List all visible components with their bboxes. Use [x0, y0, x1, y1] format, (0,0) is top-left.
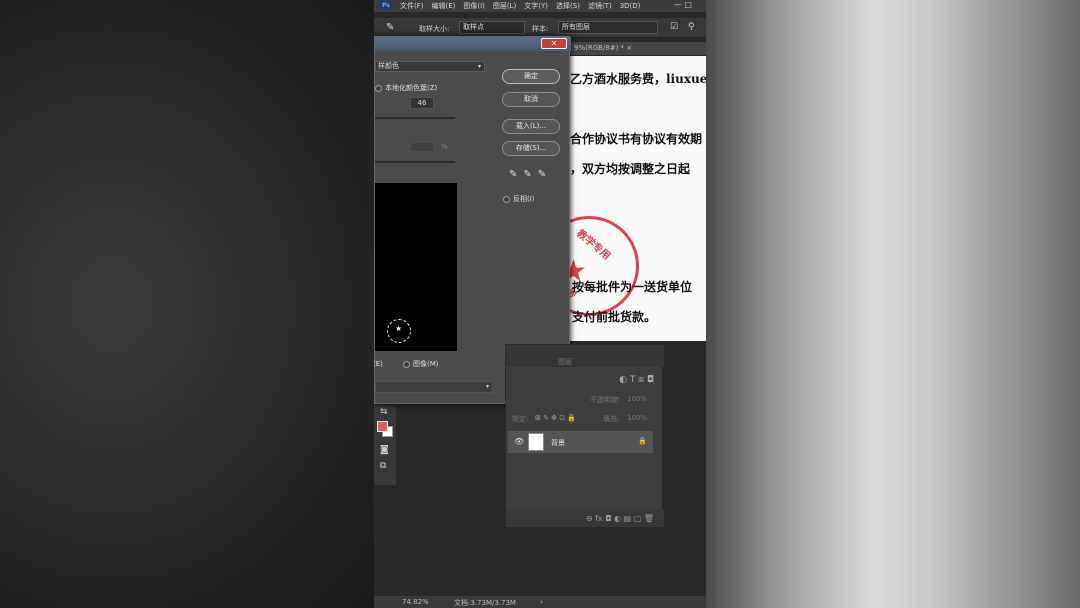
doc-line-4: 按每批件为一送货单位 [572, 280, 693, 294]
checkbox-icon[interactable]: ☑ [670, 22, 678, 32]
doc-line-2: 合作协议书有协议有效期 [570, 132, 703, 146]
localized-clusters-checkbox[interactable]: 本地化颜色簇(Z) [375, 83, 437, 93]
video-frame: Ps 文件(F) 编辑(E) 图像(I) 图层(L) 文字(Y) 选择(S) 滤… [0, 0, 1080, 608]
foreground-color-swatch[interactable] [377, 421, 388, 432]
blurred-background-right [706, 0, 1080, 608]
layers-panel: 图层 ◐ T ⧈ ◘ 不透明度: 100% 锁定: ⊠ ✎ ✥ ⊡ 🔒 填充: … [505, 344, 664, 528]
blurred-background-left [0, 0, 374, 608]
lock-row: 锁定: ⊠ ✎ ✥ ⊡ 🔒 填充: 100% [506, 414, 664, 430]
range-slider[interactable] [375, 161, 455, 163]
dialog-title-bar[interactable]: ✕ [375, 37, 571, 51]
layer-filter-icons[interactable]: ◐ T ⧈ ◘ [506, 375, 664, 391]
opacity-row: 不透明度: 100% [506, 395, 664, 411]
status-arrow-icon[interactable]: › [540, 598, 543, 606]
layers-panel-header: 图层 [506, 345, 664, 367]
lock-icons[interactable]: ⊠ ✎ ✥ ⊡ 🔒 [535, 414, 576, 422]
sample-label: 样本: [532, 25, 549, 33]
lock-icon: 🔒 [638, 437, 647, 445]
status-bar: 74.82% 文档:3.73M/3.73M › [374, 596, 706, 608]
document-tab[interactable]: 9%(RGB/8#) * × [570, 42, 706, 55]
sample-size-label: 取样大小: [419, 25, 450, 33]
menu-select[interactable]: 选择(S) [556, 1, 580, 11]
tools-panel: ⇆ ◙ ⧉ [374, 405, 396, 485]
photoshop-window: Ps 文件(F) 编辑(E) 图像(I) 图层(L) 文字(Y) 选择(S) 滤… [374, 0, 706, 608]
checkbox-box[interactable] [375, 84, 382, 92]
chevron-down-icon: ▾ [477, 63, 481, 70]
select-dropdown[interactable]: 样颜色 ▾ [375, 61, 485, 72]
layers-panel-footer[interactable]: ⊖ fx ◘ ◐ ▤ ▢ 🗑 [506, 509, 664, 527]
select-dropdown-value: 样颜色 [378, 62, 399, 70]
menu-bar: Ps 文件(F) 编辑(E) 图像(I) 图层(L) 文字(Y) 选择(S) 滤… [374, 0, 706, 12]
checkbox-box[interactable] [503, 195, 510, 203]
fill-label: 填充: [603, 415, 620, 423]
layers-tab[interactable]: 图层 [558, 357, 572, 367]
menu-edit[interactable]: 编辑(E) [432, 1, 456, 11]
eyedropper-icons[interactable]: ✎✎✎ [509, 169, 552, 180]
fuzziness-input[interactable]: 46 [410, 97, 434, 109]
eyedropper-tool-icon[interactable]: ✎ [386, 22, 394, 33]
menu-file[interactable]: 文件(F) [400, 1, 424, 11]
doc-line-5: 支付前批货款。 [572, 310, 657, 324]
ok-button[interactable]: 确定 [502, 69, 560, 84]
fuzziness-slider[interactable] [375, 117, 455, 119]
invert-label: 反相(I) [513, 195, 535, 203]
chevron-down-icon: ▾ [485, 383, 489, 390]
fill-value[interactable]: 100% [627, 414, 647, 422]
opacity-value[interactable]: 100% [627, 395, 647, 403]
range-input[interactable] [410, 142, 434, 152]
selection-preview-dropdown[interactable]: ▾ [375, 381, 493, 393]
selection-radio[interactable]: 选择范围(E) [374, 359, 383, 369]
photoshop-logo-icon: Ps [380, 1, 392, 11]
image-radio-label: 图像(M) [413, 360, 439, 368]
menu-filter[interactable]: 滤镜(T) [588, 1, 612, 11]
red-stamp-seal: 教学专用 ★ 技术部 [567, 216, 639, 316]
localized-clusters-label: 本地化颜色簇(Z) [385, 84, 438, 92]
search-icon[interactable]: ⚲ [688, 22, 695, 32]
menu-type[interactable]: 文字(Y) [524, 1, 548, 11]
sample-size-select[interactable]: 取样点 [459, 21, 525, 34]
options-bar: ✎ 取样大小: 取样点 样本: 所有图层 ☑ ⚲ [374, 18, 706, 38]
image-radio[interactable]: 图像(M) [403, 359, 439, 369]
dialog-close-button[interactable]: ✕ [541, 38, 567, 49]
layer-row-background[interactable]: 👁 背景 🔒 [508, 431, 653, 453]
sample-select[interactable]: 所有图层 [558, 21, 658, 34]
load-button[interactable]: 载入(L)... [502, 119, 560, 134]
screen-mode-icon[interactable]: ⧉ [380, 461, 386, 471]
save-button[interactable]: 存储(S)... [502, 141, 560, 156]
radio-button[interactable] [403, 360, 410, 368]
selection-radio-label: 选择范围(E) [374, 360, 383, 368]
cancel-button[interactable]: 取消 [502, 92, 560, 107]
selection-preview[interactable] [375, 183, 457, 351]
document-info: 文档:3.73M/3.73M [454, 599, 516, 607]
doc-line-3: ，双方均按调整之日起 [570, 162, 691, 176]
eye-icon[interactable]: 👁 [514, 437, 524, 446]
layer-thumbnail [528, 433, 544, 451]
menu-3d[interactable]: 3D(D) [620, 2, 641, 10]
lock-label: 锁定: [512, 415, 529, 423]
doc-line-1: 乙方酒水服务费，liuxue [570, 72, 706, 86]
menu-layer[interactable]: 图层(L) [493, 1, 516, 11]
swap-colors-icon[interactable]: ⇆ [380, 407, 388, 417]
window-controls[interactable]: — □ [674, 0, 692, 9]
invert-checkbox[interactable]: 反相(I) [503, 194, 535, 204]
zoom-level[interactable]: 74.82% [402, 598, 429, 606]
quick-mask-icon[interactable]: ◙ [380, 445, 389, 455]
opacity-label: 不透明度: [590, 396, 621, 404]
range-percent-label: % [441, 143, 448, 151]
menu-image[interactable]: 图像(I) [463, 1, 485, 11]
document-canvas[interactable]: 乙方酒水服务费，liuxue 合作协议书有协议有效期 ，双方均按调整之日起 教学… [567, 56, 706, 341]
selected-region-marker [387, 319, 411, 343]
layer-name: 背景 [551, 439, 565, 447]
